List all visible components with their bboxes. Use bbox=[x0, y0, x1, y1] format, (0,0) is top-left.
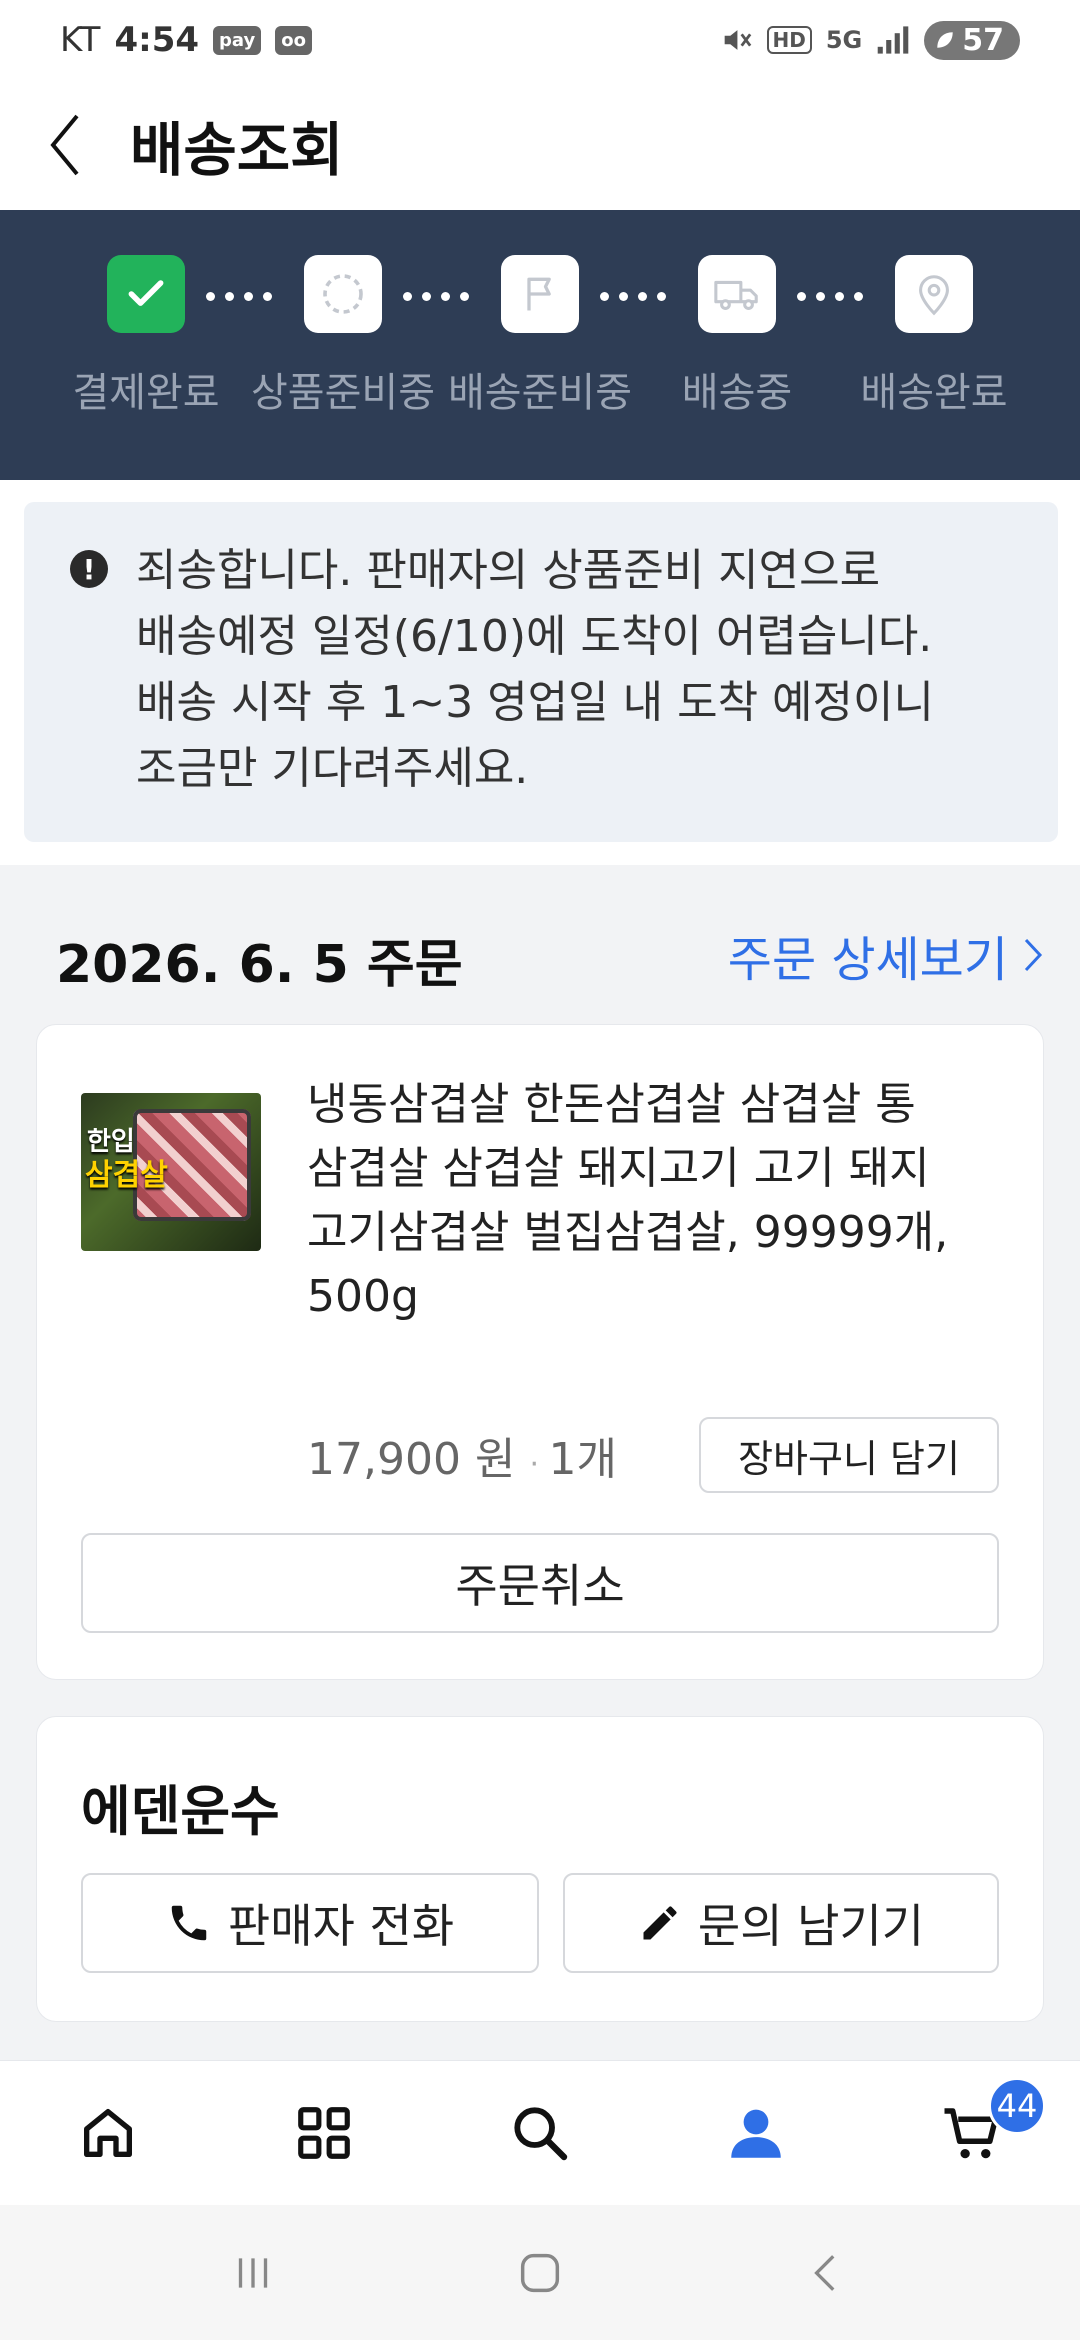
carrier-label: KT bbox=[60, 20, 101, 60]
add-to-cart-button[interactable]: 장바구니 담기 bbox=[699, 1417, 999, 1493]
hd-icon: HD bbox=[766, 26, 812, 54]
cancel-order-button[interactable]: 주문취소 bbox=[81, 1533, 999, 1633]
check-icon bbox=[128, 280, 164, 306]
system-navigation-bar bbox=[0, 2205, 1080, 2340]
product-quantity: 1개 bbox=[548, 1434, 617, 1485]
status-bar: KT 4:54 pay oo HD 5G 57 bbox=[0, 0, 1080, 80]
order-detail-link[interactable]: 주문 상세보기 bbox=[728, 920, 1044, 990]
progress-dots bbox=[600, 292, 666, 301]
step-label: 상품준비중 bbox=[251, 370, 435, 416]
step-label: 결제완료 bbox=[72, 370, 220, 416]
step-payment-complete bbox=[107, 255, 185, 333]
location-pin-icon bbox=[919, 275, 949, 316]
notice-line: 배송 시작 후 1~3 영업일 내 도착 예정이니 bbox=[136, 677, 934, 728]
search-icon bbox=[514, 2107, 568, 2161]
category-grid-icon bbox=[298, 2107, 350, 2159]
nav-home[interactable] bbox=[0, 2061, 216, 2205]
nav-cart[interactable]: 44 bbox=[864, 2061, 1080, 2205]
seller-name: 에덴운수 bbox=[81, 1780, 280, 1843]
back-nav-icon[interactable] bbox=[802, 2248, 852, 2298]
separator-dot: · bbox=[529, 1447, 549, 1482]
pencil-icon bbox=[643, 1906, 677, 1940]
app-header: 배송조회 bbox=[0, 80, 1080, 210]
recent-apps-icon[interactable] bbox=[228, 2248, 278, 2298]
home-button-icon[interactable] bbox=[514, 2247, 566, 2299]
chevron-left-icon bbox=[50, 114, 79, 176]
call-seller-button[interactable]: 판매자 전화 bbox=[81, 1873, 539, 1973]
cart-count-badge: 44 bbox=[988, 2077, 1046, 2135]
order-detail-label: 주문 상세보기 bbox=[727, 932, 1008, 988]
step-delivered bbox=[895, 255, 973, 333]
notice-text: 죄송합니다. 판매자의 상품준비 지연으로 배송예정 일정(6/10)에 도착이… bbox=[136, 538, 1036, 802]
notice-section: ! 죄송합니다. 판매자의 상품준비 지연으로 배송예정 일정(6/10)에 도… bbox=[0, 480, 1080, 865]
leaf-icon bbox=[937, 32, 953, 48]
exclamation-icon: ! bbox=[70, 550, 108, 588]
product-name[interactable]: 냉동삼겹살 한돈삼겹살 삼겹살 통 삼겹살 삼겹살 돼지고기 고기 돼지 고기삼… bbox=[307, 1073, 1007, 1329]
thumb-tag: 삼겹살 bbox=[85, 1158, 168, 1193]
chevron-right-icon bbox=[1024, 938, 1043, 972]
step-label: 배송중 bbox=[681, 370, 793, 416]
back-button[interactable] bbox=[0, 80, 130, 210]
bottom-navigation: 44 bbox=[0, 2060, 1080, 2205]
spinner-icon bbox=[323, 274, 363, 314]
step-label: 배송완료 bbox=[860, 370, 1008, 416]
product-thumbnail[interactable]: 한입 삼겹살 bbox=[81, 1093, 261, 1251]
step-label: 배송준비중 bbox=[448, 370, 632, 416]
progress-dots bbox=[403, 292, 469, 301]
step-preparing-product bbox=[304, 255, 382, 333]
leave-inquiry-label: 문의 남기기 bbox=[697, 1899, 925, 1953]
product-name-line: 냉동삼겹살 한돈삼겹살 삼겹살 통 bbox=[307, 1079, 916, 1130]
order-date: 2026. 6. 5 주문 bbox=[56, 935, 463, 995]
leave-inquiry-button[interactable]: 문의 남기기 bbox=[563, 1873, 999, 1973]
home-icon bbox=[84, 2109, 132, 2157]
call-seller-label: 판매자 전화 bbox=[227, 1899, 455, 1953]
signal-icon bbox=[877, 26, 909, 54]
network-5g-icon: 5G bbox=[825, 26, 863, 54]
step-preparing-shipment bbox=[501, 255, 579, 333]
pay-notification-icon: pay bbox=[213, 25, 262, 55]
order-item-card: 한입 삼겹살 냉동삼겹살 한돈삼겹살 삼겹살 통 삼겹살 삼겹살 돼지고기 고기… bbox=[36, 1024, 1044, 1680]
product-name-line: 500g bbox=[307, 1271, 419, 1322]
seller-card: 에덴운수 판매자 전화 문의 남기기 bbox=[36, 1716, 1044, 2022]
flag-icon bbox=[527, 277, 551, 311]
nav-my-page[interactable] bbox=[648, 2061, 864, 2205]
battery-level: 57 bbox=[962, 22, 1004, 58]
page-title: 배송조회 bbox=[130, 116, 344, 184]
my-page-icon bbox=[731, 2109, 781, 2158]
product-name-line: 고기삼겹살 벌집삼겹살, 99999개, bbox=[307, 1207, 949, 1258]
clock: 4:54 bbox=[114, 20, 200, 60]
phone-icon bbox=[171, 1905, 207, 1941]
product-price-quantity: 17,900 원 · 1개 bbox=[307, 1423, 617, 1487]
progress-dots bbox=[206, 292, 272, 301]
battery-indicator: 57 bbox=[924, 20, 1020, 60]
nav-search[interactable] bbox=[432, 2061, 648, 2205]
step-in-delivery bbox=[698, 255, 776, 333]
voicemail-icon: oo bbox=[275, 25, 312, 55]
notice-line: 조금만 기다려주세요. bbox=[136, 743, 529, 794]
delay-notice: ! 죄송합니다. 판매자의 상품준비 지연으로 배송예정 일정(6/10)에 도… bbox=[24, 502, 1058, 842]
mute-icon bbox=[724, 30, 751, 50]
notice-line: 죄송합니다. 판매자의 상품준비 지연으로 bbox=[136, 545, 881, 596]
product-name-line: 삼겹살 삼겹살 돼지고기 고기 돼지 bbox=[307, 1143, 930, 1194]
truck-icon bbox=[714, 280, 758, 310]
product-price: 17,900 원 bbox=[307, 1434, 516, 1485]
thumb-tag: 한입 bbox=[87, 1127, 135, 1157]
delivery-progress-tracker: 결제완료 상품준비중 배송준비중 배송중 배송완료 bbox=[0, 210, 1080, 480]
progress-dots bbox=[797, 292, 863, 301]
notice-line: 배송예정 일정(6/10)에 도착이 어렵습니다. bbox=[136, 611, 933, 662]
nav-category[interactable] bbox=[216, 2061, 432, 2205]
